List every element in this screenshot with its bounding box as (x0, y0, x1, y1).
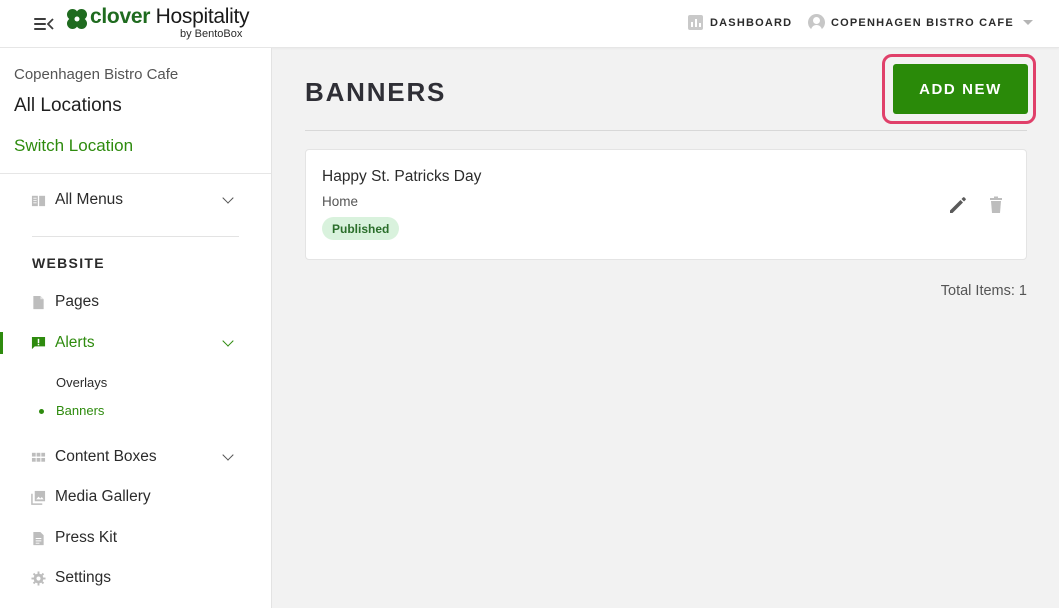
gear-icon (31, 570, 46, 586)
banner-page: Home (322, 194, 359, 209)
sidebar-item-media-gallery[interactable]: Media Gallery (0, 482, 271, 512)
title-divider (305, 130, 1027, 131)
gallery-icon (31, 490, 46, 505)
edit-icon[interactable] (947, 194, 969, 216)
chevron-down-icon (222, 334, 234, 347)
sidebar-item-press-kit[interactable]: Press Kit (0, 523, 271, 553)
banner-title: Happy St. Patricks Day (322, 168, 482, 185)
alert-icon (31, 336, 46, 349)
current-location-name: Copenhagen Bistro Cafe (14, 66, 179, 83)
brand-secondary: Hospitality (155, 5, 250, 28)
book-icon (31, 195, 46, 206)
section-title-website: WEBSITE (32, 255, 105, 271)
page-icon (33, 295, 44, 309)
clover-icon (67, 9, 87, 29)
sidebar-item-alerts[interactable]: Alerts (0, 328, 271, 358)
sidebar-subdivider (32, 236, 239, 237)
document-icon (33, 531, 44, 545)
total-items: Total Items: 1 (940, 283, 1027, 299)
caret-down-icon (1022, 20, 1033, 25)
dashboard-label: DASHBOARD (710, 16, 793, 29)
sidebar-item-label: Settings (55, 569, 112, 586)
sidebar-item-pages[interactable]: Pages (0, 287, 271, 317)
sidebar-item-label: Alerts (55, 334, 95, 351)
sidebar-item-label: Content Boxes (55, 448, 157, 465)
brand-primary: clover (90, 5, 151, 28)
user-icon (808, 14, 825, 31)
add-new-button[interactable]: ADD NEW (893, 64, 1028, 114)
brand-subtitle: by BentoBox (180, 28, 243, 40)
chevron-down-icon (222, 448, 234, 461)
brand-name: clover Hospitality (90, 5, 250, 29)
location-selector-label: COPENHAGEN BISTRO CAFE (831, 16, 1014, 29)
location-selector[interactable]: COPENHAGEN BISTRO CAFE (808, 14, 1033, 31)
sidebar-item-label: Media Gallery (55, 488, 151, 505)
sidebar-item-settings[interactable]: Settings (0, 563, 271, 593)
status-badge: Published (322, 217, 400, 240)
sidebar-subitem-banners[interactable]: Banners (56, 403, 104, 418)
grid-icon (31, 452, 46, 462)
top-bar: clover Hospitality by BentoBox DASHBOARD… (0, 0, 1059, 48)
trash-icon[interactable] (985, 194, 1007, 216)
chevron-down-icon (222, 191, 234, 204)
sidebar-item-label: All Menus (55, 191, 124, 208)
sidebar-item-label: Press Kit (55, 529, 118, 546)
sidebar-divider (0, 173, 271, 174)
sidebar-item-all-menus[interactable]: All Menus (0, 185, 271, 215)
bar-chart-icon (688, 15, 703, 30)
page-title: BANNERS (305, 77, 447, 107)
sidebar-subitem-overlays[interactable]: Overlays (56, 375, 107, 390)
sidebar: Copenhagen Bistro Cafe All Locations Swi… (0, 48, 272, 608)
active-dot (39, 409, 44, 414)
dashboard-link[interactable]: DASHBOARD (688, 15, 792, 30)
switch-location-link[interactable]: Switch Location (14, 136, 133, 156)
all-locations-heading: All Locations (14, 95, 122, 116)
sidebar-item-content-boxes[interactable]: Content Boxes (0, 442, 271, 472)
banner-card[interactable]: Happy St. Patricks Day Home Published (305, 149, 1027, 260)
menu-collapse-icon[interactable] (34, 15, 54, 33)
sidebar-item-label: Pages (55, 293, 99, 310)
